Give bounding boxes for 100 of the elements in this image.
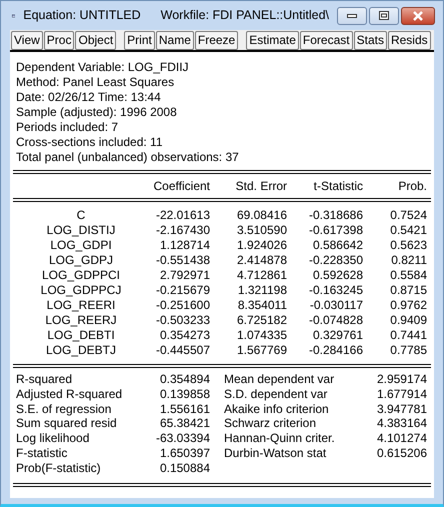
header-line: Method: Panel Least Squares <box>15 75 176 90</box>
table-cell-text: 0.8715 <box>389 283 427 298</box>
table-cell-text: 0.5421 <box>389 223 427 238</box>
workfile-label: Workfile: FDI PANEL::Untitled\ <box>160 7 329 24</box>
table-cell-text: 1.321198 <box>236 283 287 298</box>
header-line: Dependent Variable: LOG_FDIIJ <box>15 60 190 75</box>
statistic-label: Prob(F-statistic) <box>15 460 101 476</box>
table-cell-text: -0.284166 <box>308 343 363 358</box>
statistic-label: Sum squared resid <box>15 416 117 432</box>
table-cell-text: -0.318686 <box>308 208 363 223</box>
table-cell-text: -2.167430 <box>154 223 210 238</box>
variable-cell-text: LOG_REERI <box>46 298 116 313</box>
statistic-value: 65.38421 <box>160 416 210 432</box>
statistic-label: R-squared <box>15 372 72 387</box>
toolbar-button[interactable]: Object <box>75 30 116 50</box>
column-header: Std. Error <box>234 178 287 195</box>
statistic-label: Durbin-Watson stat <box>223 446 328 461</box>
statistic-label: Schwarz criterion <box>223 416 318 432</box>
table-cell-text: 1.128714 <box>158 238 210 253</box>
toolbar-button[interactable]: Forecast <box>300 30 353 50</box>
statistic-value: 1.677914 <box>376 386 427 402</box>
variable-cell-text: LOG_GDPPCJ <box>40 283 122 298</box>
statistic-value: 4.101274 <box>376 431 427 446</box>
statistic-value: 0.615206 <box>376 446 427 461</box>
statistic-label: Akaike info criterion <box>223 402 330 416</box>
table-cell-text: 1.074335 <box>236 328 287 343</box>
table-cell-text: -0.228350 <box>308 253 363 268</box>
table-cell-text: -0.163245 <box>308 283 363 298</box>
header-line: Sample (adjusted): 1996 2008 <box>15 105 178 120</box>
table-cell-text: 0.8211 <box>390 253 427 268</box>
table-cell-text: 0.9762 <box>389 298 427 313</box>
statistic-value: 0.150884 <box>160 460 210 476</box>
variable-cell-text: LOG_GDPJ <box>48 253 114 268</box>
table-cell-text: 1.567769 <box>236 343 287 358</box>
statistic-label: Hannan-Quinn criter. <box>223 431 336 446</box>
table-cell-text: 0.5623 <box>389 238 427 253</box>
close-icon <box>412 10 424 20</box>
variable-cell-text: LOG_REERJ <box>44 313 118 328</box>
toolbar-button[interactable]: Estimate <box>246 30 299 50</box>
table-cell-text: 2.414878 <box>236 253 287 268</box>
statistic-value: 3.947781 <box>376 402 427 416</box>
header-line: Total panel (unbalanced) observations: 37 <box>15 150 240 165</box>
statistic-value: 4.383164 <box>376 416 427 432</box>
toolbar-button[interactable]: Proc <box>44 30 74 50</box>
variable-cell-text: LOG_DEBTI <box>46 328 116 343</box>
statistic-value: 1.556161 <box>160 402 210 416</box>
table-cell-text: -0.251600 <box>154 298 210 313</box>
toolbar-button[interactable]: Resids <box>388 30 431 50</box>
statistic-label: Mean dependent var <box>223 372 336 387</box>
statistic-value: 0.354894 <box>160 372 210 387</box>
toolbar-button[interactable]: Stats <box>354 30 387 50</box>
table-cell-text: -0.445507 <box>154 343 210 358</box>
statistic-value: 2.959174 <box>376 372 427 387</box>
table-cell-text: 0.592628 <box>312 268 363 283</box>
statistic-label: S.D. dependent var <box>223 386 328 402</box>
table-cell-text: 0.354273 <box>158 328 210 343</box>
window-title: Equation: UNTITLED <box>23 7 141 24</box>
column-header: t-Statistic <box>312 178 363 195</box>
statistic-label: Log likelihood <box>15 431 90 446</box>
minimize-button[interactable] <box>337 6 367 24</box>
variable-cell-text: LOG_DEBTJ <box>44 343 118 358</box>
header-line: Cross-sections included: 11 <box>15 135 164 150</box>
table-cell-text: 0.9409 <box>389 313 427 328</box>
variable-cell-text: C <box>76 208 86 223</box>
variable-cell-text: LOG_GDPI <box>49 238 113 253</box>
table-cell-text: 69.08416 <box>236 208 287 223</box>
toolbar-button[interactable]: Freeze <box>194 30 238 50</box>
minimize-icon <box>347 14 357 18</box>
table-cell-text: 0.7785 <box>389 343 427 358</box>
toolbar-button[interactable]: Name <box>156 30 194 50</box>
close-button[interactable] <box>401 6 435 24</box>
table-cell-text: -0.617398 <box>308 223 363 238</box>
table-cell-text: 0.7441 <box>389 328 427 343</box>
table-cell-text: -22.01613 <box>154 208 210 223</box>
table-cell-text: 2.792971 <box>158 268 210 283</box>
statistic-value: -63.03394 <box>156 431 210 446</box>
table-cell-text: 8.354011 <box>236 298 287 313</box>
maximize-button[interactable] <box>369 6 399 24</box>
table-cell-text: -0.074828 <box>308 313 363 328</box>
table-cell-text: -0.215679 <box>154 283 210 298</box>
variable-cell-text: LOG_GDPPCI <box>40 268 122 283</box>
toolbar-button[interactable]: View <box>11 30 43 50</box>
table-cell-text: -0.551438 <box>154 253 210 268</box>
table-cell-text: 0.7524 <box>389 208 427 223</box>
header-line: Periods included: 7 <box>15 120 120 135</box>
statistic-value: 0.139858 <box>160 386 210 402</box>
toolbar-button[interactable]: Print <box>124 30 155 50</box>
header-line: Date: 02/26/12 Time: 13:44 <box>15 90 162 105</box>
maximize-icon <box>379 11 389 20</box>
column-header: Coefficient <box>152 178 210 195</box>
table-cell-text: 0.5584 <box>389 268 427 283</box>
table-cell-text: 6.725182 <box>236 313 287 328</box>
table-cell-text: 4.712861 <box>236 268 287 283</box>
statistic-value: 1.650397 <box>160 446 210 461</box>
table-cell-text: 0.329761 <box>312 328 363 343</box>
table-cell-text: -0.503233 <box>154 313 210 328</box>
variable-cell-text: LOG_DISTIJ <box>46 223 116 238</box>
table-cell-text: 1.924026 <box>236 238 287 253</box>
column-header: Prob. <box>397 178 427 195</box>
table-cell-text: 3.510590 <box>236 223 287 238</box>
